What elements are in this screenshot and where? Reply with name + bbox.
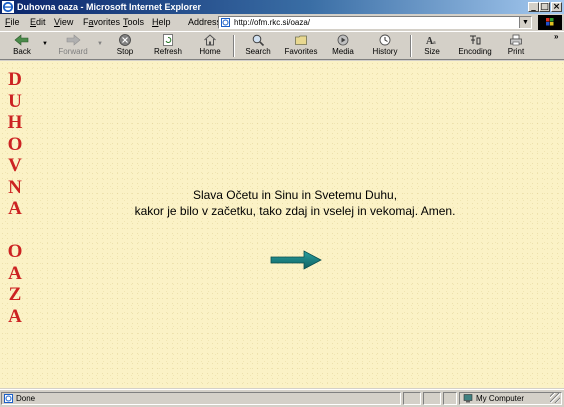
title-letter: D [8,69,22,90]
search-button[interactable]: Search [242,33,274,59]
back-dropdown-icon[interactable]: ▼ [42,41,48,47]
next-arrow-icon[interactable] [270,249,322,271]
history-icon [379,34,391,46]
prayer-verse: Slava Očetu in Sinu in Svetemu Duhu, kak… [60,187,530,219]
text-size-icon: Aa [426,36,436,47]
menu-view[interactable]: View [54,17,73,28]
maximize-button[interactable]: □ [539,2,550,12]
home-label: Home [199,47,221,56]
title-letter: A [8,198,22,219]
title-letter: N [8,176,22,198]
media-button[interactable]: Media [329,33,357,59]
menu-favorites-rest: vorites [93,17,121,27]
close-button[interactable]: × [551,2,562,12]
stop-icon [119,34,131,46]
printer-icon [510,34,522,46]
address-bar[interactable]: http://ofm.rkc.si/oaza/ ▼ [218,16,532,29]
title-letter: V [8,155,22,176]
history-button[interactable]: History [370,33,400,59]
menu-file[interactable]: File [5,17,20,28]
status-panel [423,392,441,405]
toolbar-separator [233,35,235,57]
title-letter: A [8,305,22,327]
window-title: Duhovna oaza - Microsoft Internet Explor… [17,2,202,12]
windows-flag-icon [546,18,554,26]
status-text: Done [16,394,36,403]
status-bar: Done My Computer [0,389,564,407]
title-letter: H [7,112,23,133]
menu-favorites[interactable]: Favorites [83,17,120,28]
stop-button[interactable]: Stop [113,33,137,59]
title-letter: O [7,241,23,262]
refresh-label: Refresh [153,47,182,56]
favorites-label: Favorites [284,47,318,56]
title-letter: Z [8,284,22,305]
menu-edit-rest: dit [36,17,46,27]
menu-help[interactable]: Help [152,17,171,28]
status-panel [403,392,421,405]
back-button[interactable]: Back [8,33,36,59]
status-panel [443,392,457,405]
refresh-icon [163,34,173,46]
security-zone-text: My Computer [476,394,525,403]
resize-grip[interactable] [550,393,560,403]
address-dropdown-button[interactable]: ▼ [519,17,531,28]
menu-tools[interactable]: Tools [123,17,144,28]
internet-explorer-icon [2,1,14,13]
computer-icon [463,394,473,403]
favorites-button[interactable]: Favorites [282,33,320,59]
encoding-button[interactable]: Encoding [456,33,494,59]
verse-line-1: Slava Očetu in Sinu in Svetemu Duhu, [192,188,398,202]
svg-text:a: a [433,40,436,46]
toolbar-separator-2 [410,35,412,57]
print-label: Print [507,47,525,56]
address-url[interactable]: http://ofm.rkc.si/oaza/ [234,17,310,28]
refresh-button[interactable]: Refresh [151,33,185,59]
security-zone-panel: My Computer [459,392,562,405]
home-button[interactable]: Home [196,33,224,59]
back-arrow-icon [14,34,29,46]
verse-line-2: kakor je bilo v začetku, tako zdaj in vs… [134,204,456,218]
size-label: Size [424,47,440,56]
address-label: Address [188,17,222,27]
encoding-icon [470,35,481,45]
search-icon [252,34,265,47]
chevron-down-icon: ▼ [522,19,529,26]
forward-arrow-icon [66,34,81,46]
menu-bar: File Edit View Favorites Tools Help Addr… [0,14,564,31]
search-label: Search [245,47,271,56]
forward-dropdown-icon[interactable]: ▼ [97,41,103,47]
web-page-content: D U H O V N A O A Z A Slava Očetu in Sin… [0,61,564,388]
history-label: History [372,47,398,56]
title-letter-gap [7,220,23,242]
page-icon [221,18,230,27]
media-label: Media [332,47,354,56]
stop-label: Stop [116,47,134,56]
title-letter: U [8,90,22,112]
size-button[interactable]: Aa Size [420,33,444,59]
menu-help-rest: elp [158,17,171,27]
menu-view-rest: iew [59,17,74,27]
title-bar: Duhovna oaza - Microsoft Internet Explor… [0,0,564,14]
forward-label: Forward [58,47,88,56]
windows-logo-throbber [538,15,562,30]
favorites-folder-icon [295,35,307,45]
media-icon [337,34,349,46]
status-text-panel: Done [1,392,401,405]
print-button[interactable]: Print [505,33,527,59]
home-icon [204,34,216,46]
menu-file-rest: ile [10,17,20,27]
vertical-page-title: D U H O V N A O A Z A [7,69,23,327]
title-letter: O [7,133,23,155]
back-label: Back [13,47,31,56]
menu-edit[interactable]: Edit [30,17,46,28]
menu-tools-rest: ools [127,17,145,27]
forward-button[interactable]: Forward [57,33,89,59]
title-letter: A [8,262,22,284]
standard-toolbar: Back ▼ Forward ▼ Stop Refresh Home Searc… [0,31,564,60]
toolbar-overflow-chevron-icon[interactable]: » [554,32,558,41]
encoding-label: Encoding [458,47,492,56]
page-done-icon [4,394,13,403]
minimize-button[interactable]: _ [528,2,539,12]
